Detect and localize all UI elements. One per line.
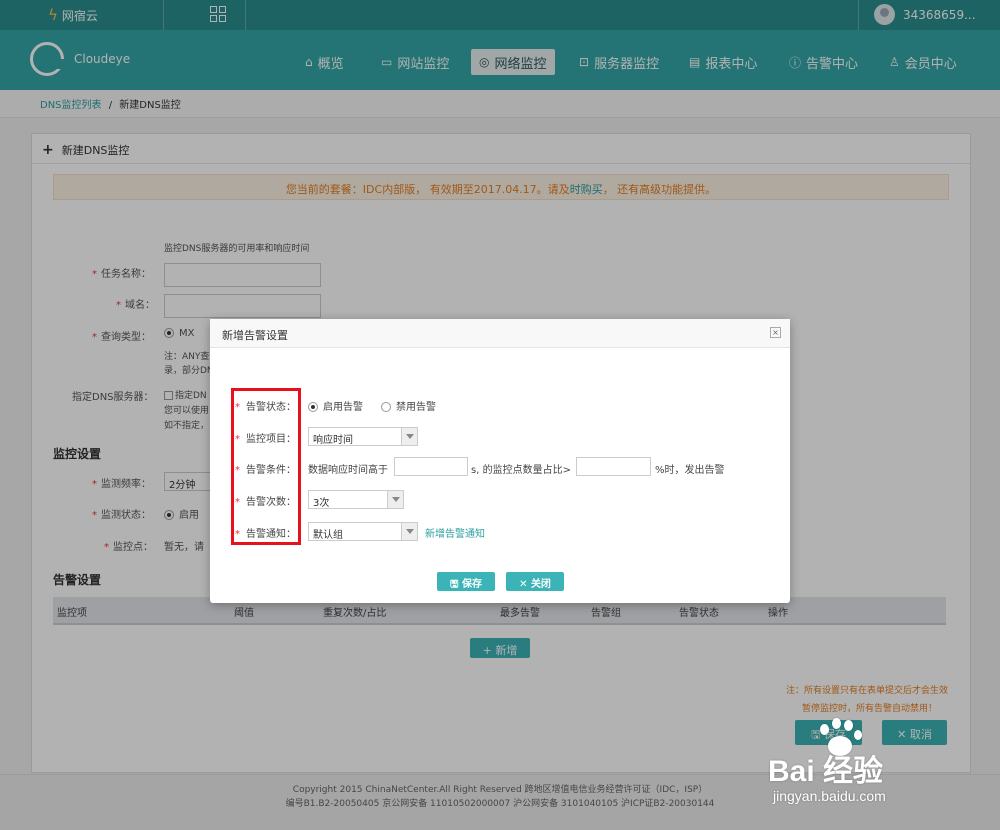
condition-text: s, 的监控点数量占比> <box>471 465 571 476</box>
modal-close-button[interactable]: ✕ 关闭 <box>506 572 564 591</box>
alarm-count-select[interactable]: 3次 <box>308 490 404 509</box>
add-notify-link[interactable]: 新增告警通知 <box>425 525 485 540</box>
modal-close-icon[interactable]: × <box>770 327 781 338</box>
monitor-item-select[interactable]: 响应时间 <box>308 427 418 446</box>
chevron-down-icon <box>401 428 417 445</box>
condition-text: 数据响应时间高于 <box>308 465 388 476</box>
response-time-input[interactable] <box>394 457 468 476</box>
alarm-notify-select[interactable]: 默认组 <box>308 522 418 541</box>
condition-text: %时，发出告警 <box>655 465 725 476</box>
modal-title: 新增告警设置 <box>222 329 288 342</box>
alarm-disable-radio[interactable]: 禁用告警 <box>381 398 436 413</box>
highlight-annotation <box>231 388 301 545</box>
alarm-enable-radio[interactable]: 启用告警 <box>308 398 363 413</box>
save-icon: 🖫 <box>449 579 462 590</box>
radio-icon <box>381 402 391 412</box>
watermark-text: Bai 经验 <box>768 755 884 788</box>
modal-header: 新增告警设置 <box>210 319 790 348</box>
chevron-down-icon <box>387 491 403 508</box>
radio-icon <box>308 402 318 412</box>
percentage-input[interactable] <box>576 457 651 476</box>
watermark-url: jingyan.baidu.com <box>773 788 886 804</box>
close-icon: ✕ <box>519 579 531 590</box>
baidu-watermark: Bai 经验 jingyan.baidu.com <box>768 716 968 816</box>
modal-save-button[interactable]: 🖫 保存 <box>437 572 495 591</box>
chevron-down-icon <box>401 523 417 540</box>
